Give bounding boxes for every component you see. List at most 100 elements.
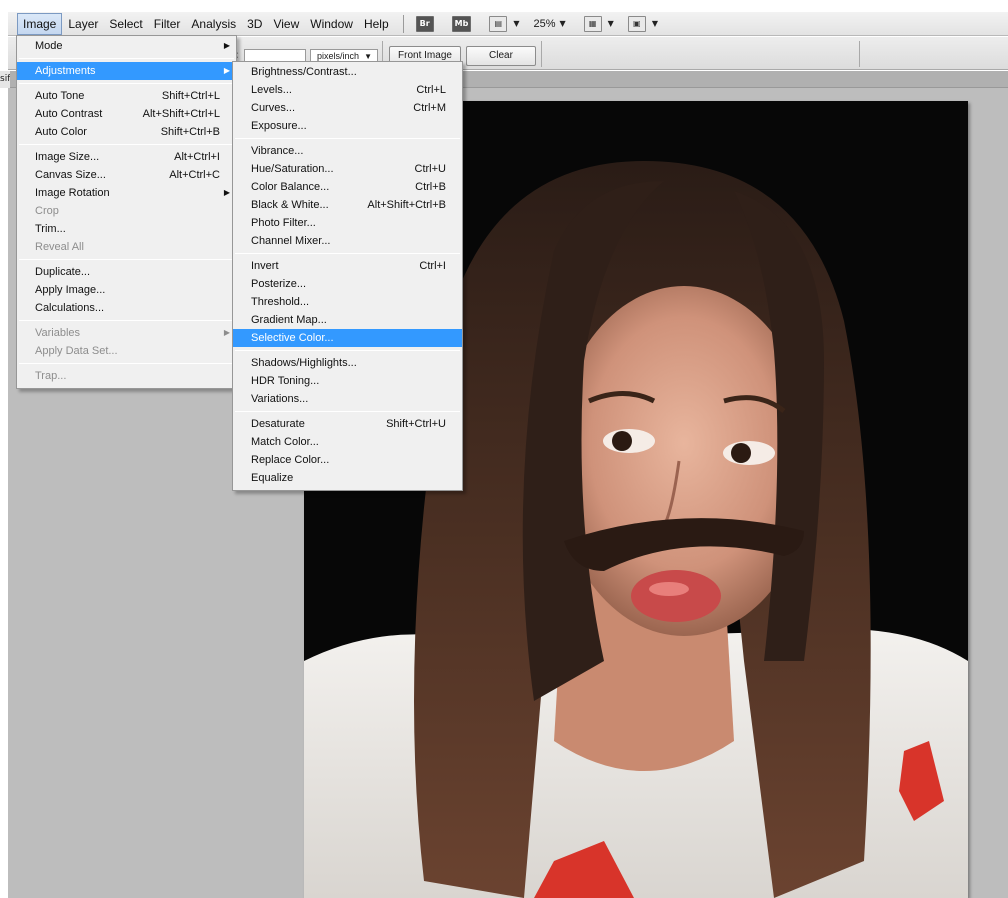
menu-item-hdr-toning[interactable]: HDR Toning... bbox=[233, 372, 462, 390]
zoom-level-select[interactable]: 25% bbox=[533, 18, 555, 30]
menu-separator bbox=[235, 411, 460, 412]
menu-item-gradient-map[interactable]: Gradient Map... bbox=[233, 311, 462, 329]
menu-item-label: Threshold... bbox=[251, 296, 310, 308]
triangle-right-icon: ▶ bbox=[223, 188, 230, 197]
menu-separator bbox=[19, 58, 234, 59]
menu-item-label: Variables bbox=[35, 327, 81, 339]
menu-item-black-white[interactable]: Black & White... Alt+Shift+Ctrl+B bbox=[233, 196, 462, 214]
menu-item-curves[interactable]: Curves... Ctrl+M bbox=[233, 99, 462, 117]
menu-item-auto-tone[interactable]: Auto Tone Shift+Ctrl+L bbox=[17, 87, 236, 105]
menu-item-calculations[interactable]: Calculations... bbox=[17, 299, 236, 317]
menu-item-image-size[interactable]: Image Size... Alt+Ctrl+I bbox=[17, 148, 236, 166]
menu-item-exposure[interactable]: Exposure... bbox=[233, 117, 462, 135]
menu-item-color-balance[interactable]: Color Balance... Ctrl+B bbox=[233, 178, 462, 196]
menu-item-label: Trap... bbox=[35, 370, 67, 382]
menu-layer[interactable]: Layer bbox=[63, 14, 103, 34]
menu-item-duplicate[interactable]: Duplicate... bbox=[17, 263, 236, 281]
menu-item-selective-color[interactable]: Selective Color... bbox=[233, 329, 462, 347]
menu-item-invert[interactable]: Invert Ctrl+I bbox=[233, 257, 462, 275]
menu-shortcut: Alt+Ctrl+C bbox=[169, 169, 220, 181]
triangle-down-icon[interactable]: ▼ bbox=[513, 19, 519, 28]
clear-button[interactable]: Clear bbox=[466, 46, 536, 66]
menu-separator bbox=[235, 253, 460, 254]
document-tab[interactable]: sif bbox=[0, 71, 10, 88]
triangle-down-icon[interactable]: ▼ bbox=[652, 19, 658, 28]
menu-shortcut: Ctrl+M bbox=[413, 102, 446, 114]
menu-separator bbox=[19, 320, 234, 321]
menu-item-image-rotation[interactable]: Image Rotation ▶ bbox=[17, 184, 236, 202]
menu-item-label: Color Balance... bbox=[251, 181, 330, 193]
menu-item-label: Selective Color... bbox=[251, 332, 334, 344]
menu-item-shadows-highlights[interactable]: Shadows/Highlights... bbox=[233, 354, 462, 372]
triangle-down-icon[interactable]: ▼ bbox=[560, 19, 566, 28]
bridge-button[interactable]: Br bbox=[415, 15, 434, 32]
menu-item-desaturate[interactable]: Desaturate Shift+Ctrl+U bbox=[233, 415, 462, 433]
menu-item-label: Apply Image... bbox=[35, 284, 106, 296]
menu-item-auto-color[interactable]: Auto Color Shift+Ctrl+B bbox=[17, 123, 236, 141]
menu-shortcut: Ctrl+U bbox=[414, 163, 446, 175]
menu-item-posterize[interactable]: Posterize... bbox=[233, 275, 462, 293]
menu-shortcut: Shift+Ctrl+U bbox=[386, 418, 446, 430]
mini-bridge-button[interactable]: Mb bbox=[451, 15, 472, 32]
menu-item-photo-filter[interactable]: Photo Filter... bbox=[233, 214, 462, 232]
menu-item-brightness-contrast[interactable]: Brightness/Contrast... bbox=[233, 63, 462, 81]
menu-item-label: Photo Filter... bbox=[251, 217, 316, 229]
menu-shortcut: Ctrl+L bbox=[416, 84, 446, 96]
menu-item-trap[interactable]: Trap... bbox=[17, 367, 236, 385]
menu-item-auto-contrast[interactable]: Auto Contrast Alt+Shift+Ctrl+L bbox=[17, 105, 236, 123]
menu-item-label: Crop bbox=[35, 205, 59, 217]
menu-select[interactable]: Select bbox=[104, 14, 147, 34]
screen-mode-icon[interactable]: ▣ bbox=[627, 15, 646, 32]
menu-item-label: Auto Tone bbox=[35, 90, 85, 102]
options-divider bbox=[859, 41, 860, 67]
menu-item-apply-image[interactable]: Apply Image... bbox=[17, 281, 236, 299]
menu-item-channel-mixer[interactable]: Channel Mixer... bbox=[233, 232, 462, 250]
menu-filter[interactable]: Filter bbox=[149, 14, 186, 34]
menu-item-hue-saturation[interactable]: Hue/Saturation... Ctrl+U bbox=[233, 160, 462, 178]
menu-item-reveal-all[interactable]: Reveal All bbox=[17, 238, 236, 256]
menu-item-canvas-size[interactable]: Canvas Size... Alt+Ctrl+C bbox=[17, 166, 236, 184]
arrange-documents-icon[interactable]: ▦ bbox=[583, 15, 602, 32]
menu-item-apply-data-set[interactable]: Apply Data Set... bbox=[17, 342, 236, 360]
menu-item-match-color[interactable]: Match Color... bbox=[233, 433, 462, 451]
menu-item-label: Channel Mixer... bbox=[251, 235, 331, 247]
menu-bar: Image Layer Select Filter Analysis 3D Vi… bbox=[8, 12, 1008, 36]
menu-item-label: HDR Toning... bbox=[251, 375, 320, 387]
menu-image[interactable]: Image bbox=[17, 12, 63, 35]
view-extras-icon[interactable]: ▤ bbox=[489, 15, 508, 32]
menu-item-label: Image Size... bbox=[35, 151, 100, 163]
menu-item-label: Levels... bbox=[251, 84, 292, 96]
menu-3d[interactable]: 3D bbox=[242, 14, 267, 34]
menu-item-variables[interactable]: Variables ▶ bbox=[17, 324, 236, 342]
menu-item-mode[interactable]: Mode ▶ bbox=[17, 37, 236, 55]
menu-shortcut: Alt+Ctrl+I bbox=[174, 151, 220, 163]
menu-window[interactable]: Window bbox=[305, 14, 358, 34]
menu-item-equalize[interactable]: Equalize bbox=[233, 469, 462, 487]
options-divider bbox=[541, 41, 542, 67]
triangle-right-icon: ▶ bbox=[223, 41, 230, 50]
menu-item-label: Vibrance... bbox=[251, 145, 304, 157]
menu-item-variations[interactable]: Variations... bbox=[233, 390, 462, 408]
menu-item-label: Calculations... bbox=[35, 302, 105, 314]
menu-separator bbox=[19, 259, 234, 260]
menu-item-trim[interactable]: Trim... bbox=[17, 220, 236, 238]
triangle-down-icon[interactable]: ▼ bbox=[608, 19, 614, 28]
menu-item-label: Mode bbox=[35, 40, 63, 52]
menu-item-label: Black & White... bbox=[251, 199, 329, 211]
menu-item-label: Canvas Size... bbox=[35, 169, 106, 181]
menu-item-adjustments[interactable]: Adjustments ▶ bbox=[17, 62, 236, 80]
menu-item-crop[interactable]: Crop bbox=[17, 202, 236, 220]
menu-item-replace-color[interactable]: Replace Color... bbox=[233, 451, 462, 469]
triangle-right-icon: ▶ bbox=[223, 66, 230, 75]
menu-shortcut: Shift+Ctrl+L bbox=[161, 90, 220, 102]
menu-help[interactable]: Help bbox=[359, 14, 394, 34]
menu-analysis[interactable]: Analysis bbox=[186, 14, 241, 34]
menu-item-vibrance[interactable]: Vibrance... bbox=[233, 142, 462, 160]
menu-item-label: Match Color... bbox=[251, 436, 319, 448]
menu-item-label: Posterize... bbox=[251, 278, 307, 290]
menu-item-threshold[interactable]: Threshold... bbox=[233, 293, 462, 311]
menu-item-levels[interactable]: Levels... Ctrl+L bbox=[233, 81, 462, 99]
menu-view[interactable]: View bbox=[268, 14, 304, 34]
menu-shortcut: Alt+Shift+Ctrl+B bbox=[367, 199, 446, 211]
menubar-divider bbox=[402, 14, 404, 33]
